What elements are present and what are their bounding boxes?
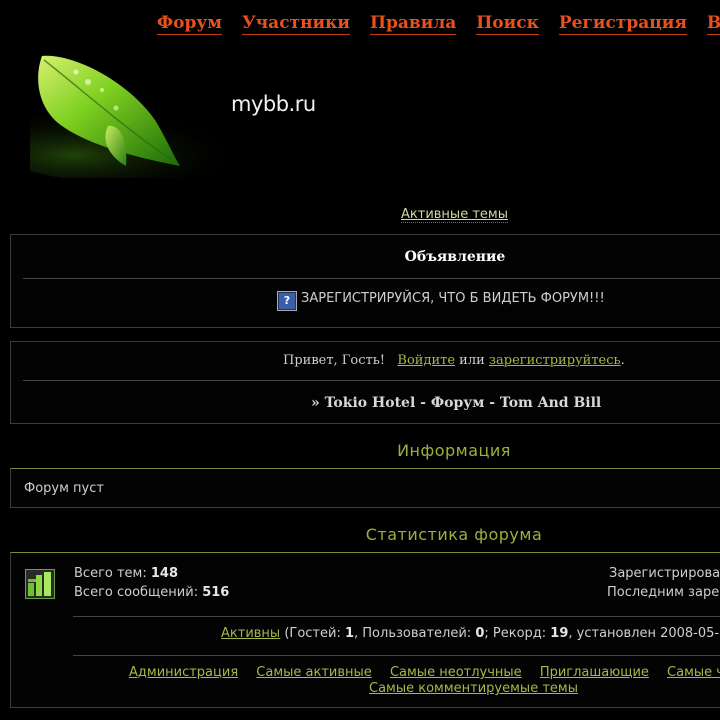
- registered-users: Зарегистрирова: [609, 566, 720, 581]
- or-text: или: [459, 353, 485, 368]
- divider: [73, 616, 720, 617]
- nav-register[interactable]: Регистрация: [558, 13, 687, 35]
- info-text: Форум пуст: [24, 481, 104, 496]
- divider: [23, 278, 720, 279]
- nav-search[interactable]: Поиск: [476, 13, 539, 35]
- greeting-text: Привет, Гость!: [283, 353, 386, 368]
- online-users: Активны (Гостей: 1, Пользователей: 0; Ре…: [221, 626, 720, 641]
- greeting-line: Привет, Гость! Войдите или зарегистрируй…: [283, 353, 625, 368]
- stats-links-2: Самые комментируемые темы: [369, 681, 578, 696]
- last-registered: Последним заре: [607, 585, 720, 600]
- question-icon: ?: [277, 291, 297, 311]
- stats-chart-icon: [25, 569, 55, 599]
- stats-box: Всего тем: 148 Всего сообщений: 516 Заре…: [10, 552, 720, 708]
- stats-title: Статистика форума: [365, 525, 543, 544]
- active-topics-link[interactable]: Активные темы: [401, 207, 508, 223]
- online-link[interactable]: Активны: [221, 626, 280, 641]
- posts-count: Всего сообщений: 516: [74, 585, 230, 600]
- register-link[interactable]: зарегистрируйтесь: [489, 353, 621, 368]
- top-navigation: Форум Участники Правила Поиск Регистраци…: [157, 13, 720, 35]
- nav-members[interactable]: Участники: [241, 13, 351, 35]
- announcement-box: Объявление ? ЗАРЕГИСТРИРУЙСЯ, ЧТО Б ВИДЕТ…: [10, 234, 720, 328]
- greeting-box: Привет, Гость! Войдите или зарегистрируй…: [10, 341, 720, 424]
- divider: [23, 380, 720, 381]
- link-more[interactable]: Самые ч: [667, 665, 720, 680]
- topics-count: Всего тем: 148: [74, 566, 179, 581]
- nav-forum[interactable]: Форум: [157, 13, 223, 35]
- info-box: Форум пуст: [10, 468, 720, 508]
- link-most-active[interactable]: Самые активные: [256, 665, 372, 680]
- divider: [73, 655, 720, 656]
- period-text: .: [620, 353, 625, 368]
- nav-login[interactable]: Вой: [706, 13, 720, 35]
- link-most-commented[interactable]: Самые комментируемые темы: [369, 681, 578, 696]
- nav-rules[interactable]: Правила: [369, 13, 457, 35]
- link-inviters[interactable]: Приглашающие: [540, 665, 649, 680]
- stats-links: Администрация Самые активные Самые неотл…: [129, 665, 720, 680]
- info-title: Информация: [397, 441, 511, 460]
- logo-text[interactable]: mybb.ru: [231, 92, 316, 116]
- link-most-persistent[interactable]: Самые неотлучные: [390, 665, 522, 680]
- login-link[interactable]: Войдите: [397, 353, 455, 368]
- announcement-body: ? ЗАРЕГИСТРИРУЙСЯ, ЧТО Б ВИДЕТЬ ФОРУМ!!!: [277, 291, 605, 311]
- link-administration[interactable]: Администрация: [129, 665, 238, 680]
- announcement-text: ЗАРЕГИСТРИРУЙСЯ, ЧТО Б ВИДЕТЬ ФОРУМ!!!: [301, 291, 605, 306]
- breadcrumb: » Tokio Hotel - Форум - Tom And Bill: [311, 395, 602, 411]
- announcement-title: Объявление: [404, 249, 506, 265]
